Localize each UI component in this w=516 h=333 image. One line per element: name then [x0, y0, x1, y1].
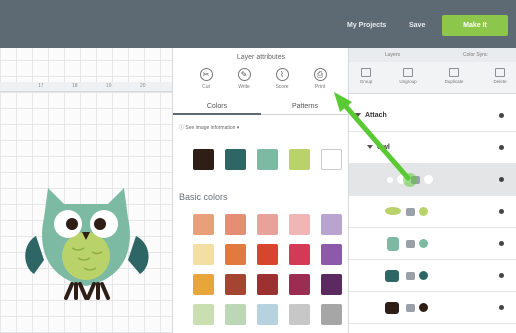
annotation-arrow [334, 92, 417, 187]
